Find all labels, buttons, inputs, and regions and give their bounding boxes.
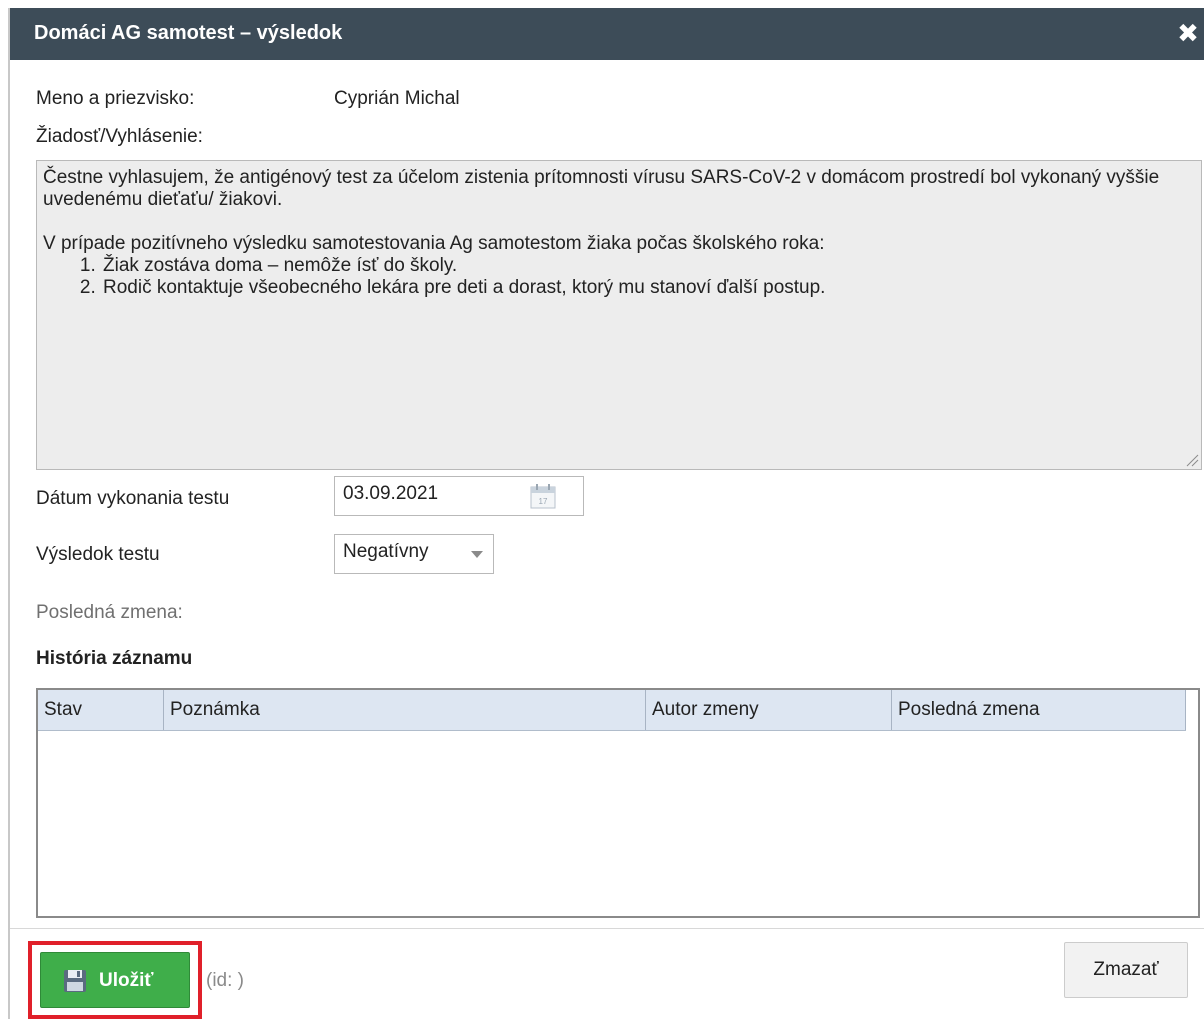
floppy-disk-icon <box>64 970 86 992</box>
name-label: Meno a priezvisko: <box>36 88 195 109</box>
result-select[interactable]: Negatívny <box>334 534 494 574</box>
declaration-paragraph-1: Čestne vyhlasujem, že antigénový test za… <box>43 167 1160 210</box>
svg-text:17: 17 <box>539 497 548 506</box>
delete-button[interactable]: Zmazať <box>1064 942 1188 998</box>
name-value: Cyprián Michal <box>334 88 460 109</box>
declaration-textarea[interactable]: Čestne vyhlasujem, že antigénový test za… <box>36 160 1202 470</box>
footer-divider <box>10 928 1204 929</box>
date-label: Dátum vykonania testu <box>36 488 230 509</box>
save-button-label: Uložiť <box>99 970 154 991</box>
test-result-dialog: Domáci AG samotest – výsledok ✖ Meno a p… <box>8 8 1204 1019</box>
declaration-paragraph-2: V prípade pozitívneho výsledku samotesto… <box>43 233 825 254</box>
resize-grip-icon[interactable] <box>1185 453 1199 467</box>
dialog-titlebar: Domáci AG samotest – výsledok ✖ <box>10 8 1204 60</box>
declaration-step: Žiak zostáva doma – nemôže ísť do školy. <box>101 255 1195 277</box>
declaration-steps: Žiak zostáva doma – nemôže ísť do školy.… <box>43 255 1195 299</box>
dialog-title: Domáci AG samotest – výsledok <box>34 22 343 44</box>
column-header-author[interactable]: Autor zmeny <box>646 690 892 730</box>
result-value: Negatívny <box>343 541 429 562</box>
column-header-note[interactable]: Poznámka <box>164 690 646 730</box>
chevron-down-icon <box>471 551 483 558</box>
request-label: Žiadosť/Vyhlásenie: <box>36 126 203 147</box>
declaration-step: Rodič kontaktuje všeobecného lekára pre … <box>101 277 1195 299</box>
history-title: História záznamu <box>36 648 193 669</box>
calendar-icon[interactable]: 17 <box>528 482 558 510</box>
date-value: 03.09.2021 <box>343 483 439 504</box>
history-grid-header: Stav Poznámka Autor zmeny Posledná zmena <box>38 690 1186 731</box>
record-id: (id: ) <box>206 970 244 991</box>
column-header-status[interactable]: Stav <box>38 690 164 730</box>
save-button[interactable]: Uložiť <box>40 952 190 1008</box>
history-grid: Stav Poznámka Autor zmeny Posledná zmena <box>36 688 1200 918</box>
close-icon[interactable]: ✖ <box>1176 18 1200 48</box>
column-header-last-change[interactable]: Posledná zmena <box>892 690 1186 730</box>
result-label: Výsledok testu <box>36 544 160 565</box>
last-change-label: Posledná zmena: <box>36 602 183 623</box>
